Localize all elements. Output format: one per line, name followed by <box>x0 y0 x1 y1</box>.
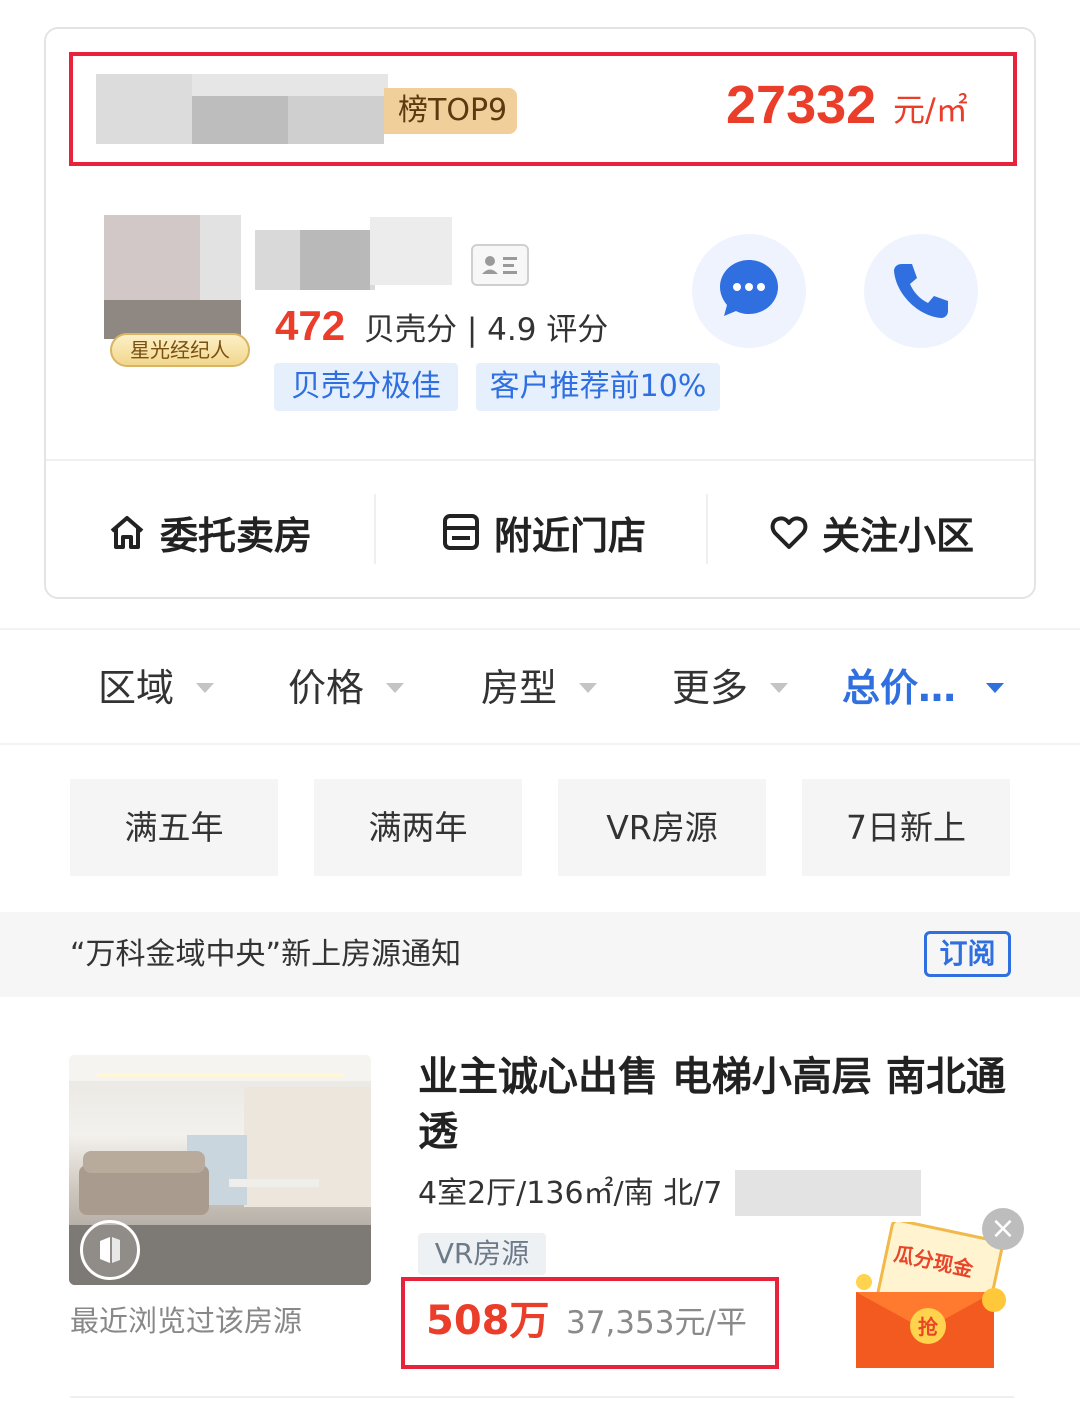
caret-down-icon <box>196 683 215 693</box>
heart-icon <box>770 516 808 549</box>
listing-info: 4室2厅/136㎡/南 北/7 <box>418 1176 723 1211</box>
blurred-community-name-part <box>288 96 384 144</box>
chip-new-7-days[interactable]: 7日新上 <box>802 779 1010 876</box>
blurred-agent-name-part <box>300 230 370 290</box>
chat-icon <box>720 260 778 316</box>
listing-divider <box>70 1396 1014 1398</box>
agent-avatar-blur <box>200 215 241 300</box>
call-button[interactable] <box>864 234 978 348</box>
blurred-community-name-part <box>192 96 288 144</box>
chip-two-years[interactable]: 满两年 <box>314 779 522 876</box>
card-divider <box>46 459 1034 461</box>
phone-icon <box>894 264 948 318</box>
nearby-store-button[interactable]: 附近门店 <box>440 500 646 564</box>
chip-five-years[interactable]: 满五年 <box>70 779 278 876</box>
rank-tag[interactable]: 榜TOP9 <box>384 88 518 134</box>
agent-score-text: 贝壳分 | 4.9 评分 <box>364 312 609 348</box>
agent-tag-recommend: 客户推荐前10% <box>476 363 720 411</box>
close-icon[interactable]: × <box>982 1208 1024 1250</box>
avg-price-value: 27332 <box>726 75 877 135</box>
entrust-sell-label: 委托卖房 <box>160 513 313 558</box>
subscribe-text: “万科金域中央”新上房源通知 <box>70 937 462 972</box>
filter-price-label: 价格 <box>288 666 365 710</box>
blurred-community-name-part <box>192 74 388 96</box>
caret-down-icon <box>579 683 598 693</box>
vr-tag: VR房源 <box>418 1233 546 1275</box>
promo-grab: 抢 <box>918 1315 939 1339</box>
filter-layout[interactable]: 房型 <box>481 660 598 716</box>
caret-down-icon <box>386 683 405 693</box>
avg-price-unit: 元/㎡ <box>893 91 968 129</box>
listing-unit-price: 37,353元/平 <box>566 1305 747 1341</box>
id-card-icon[interactable] <box>471 244 529 286</box>
agent-score: 472 <box>275 302 346 349</box>
filter-price[interactable]: 价格 <box>288 660 405 716</box>
follow-community-button[interactable]: 关注小区 <box>768 500 974 564</box>
chat-button[interactable] <box>692 234 806 348</box>
filter-total-price[interactable]: 总价… <box>842 660 1005 716</box>
entrust-sell-button[interactable]: 委托卖房 <box>106 500 312 564</box>
recently-viewed-note: 最近浏览过该房源 <box>70 1304 303 1338</box>
blurred-listing-info <box>735 1170 921 1216</box>
nearby-store-label: 附近门店 <box>494 513 647 558</box>
star-agent-badge: 星光经纪人 <box>110 333 250 367</box>
action-separator <box>374 494 376 564</box>
listing-title[interactable]: 业主诚心出售 电梯小高层 南北通透 <box>418 1050 1018 1160</box>
filter-total-price-label: 总价… <box>842 666 957 710</box>
store-icon <box>443 514 479 550</box>
filter-layout-label: 房型 <box>481 666 558 710</box>
filter-more[interactable]: 更多 <box>672 660 789 716</box>
filter-bottom-divider <box>0 743 1080 745</box>
caret-down-icon <box>986 683 1005 693</box>
filter-region[interactable]: 区域 <box>98 660 215 716</box>
filter-top-divider <box>0 628 1080 630</box>
caret-down-icon <box>770 683 789 693</box>
action-separator <box>706 494 708 564</box>
subscribe-button[interactable]: 订阅 <box>924 931 1011 977</box>
blurred-agent-name-part <box>370 217 452 285</box>
filter-more-label: 更多 <box>672 666 749 710</box>
filter-region-label: 区域 <box>98 666 175 710</box>
agent-tag-score: 贝壳分极佳 <box>274 363 458 411</box>
chip-vr[interactable]: VR房源 <box>558 779 766 876</box>
home-icon <box>110 516 144 549</box>
listing-price: 508万 <box>426 1298 550 1344</box>
vr-play-icon[interactable] <box>80 1220 140 1280</box>
follow-community-label: 关注小区 <box>822 513 975 558</box>
blurred-community-name <box>96 74 192 144</box>
